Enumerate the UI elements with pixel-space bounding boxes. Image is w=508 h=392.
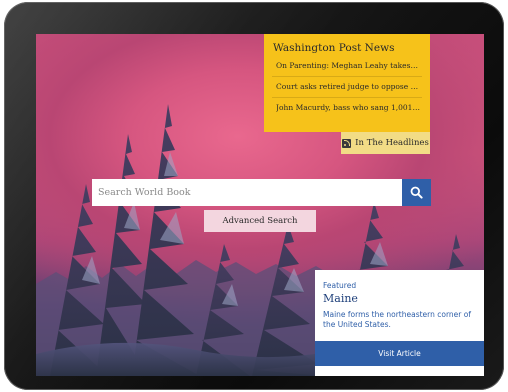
tablet-bezel: Washington Post News On Parenting: Megha… xyxy=(4,2,504,390)
news-panel-title: Washington Post News xyxy=(273,42,395,54)
search-button[interactable] xyxy=(402,179,431,206)
news-panel: Washington Post News On Parenting: Megha… xyxy=(264,34,430,132)
search-icon xyxy=(410,186,423,199)
tablet-screen: Washington Post News On Parenting: Megha… xyxy=(36,34,484,376)
featured-title[interactable]: Maine xyxy=(323,292,358,305)
rss-icon xyxy=(342,138,352,148)
news-divider xyxy=(272,76,422,77)
news-item[interactable]: John Macurdy, bass who sang 1,001 ti... xyxy=(276,100,420,116)
headlines-label: In The Headlines xyxy=(355,138,429,148)
featured-card: Featured Maine Maine forms the northeast… xyxy=(315,270,484,376)
in-the-headlines-button[interactable]: In The Headlines xyxy=(341,132,430,154)
search-input[interactable] xyxy=(92,179,402,206)
featured-description: Maine forms the northeastern corner of t… xyxy=(323,310,471,329)
news-item[interactable]: Court asks retired judge to oppose Ju... xyxy=(276,79,420,95)
tablet-device: Washington Post News On Parenting: Megha… xyxy=(0,0,508,392)
featured-label: Featured xyxy=(323,281,357,290)
news-item[interactable]: On Parenting: Meghan Leahy takes y... xyxy=(276,58,420,74)
advanced-search-button[interactable]: Advanced Search xyxy=(204,210,316,232)
visit-article-button[interactable]: Visit Article xyxy=(315,341,484,366)
news-divider xyxy=(272,97,422,98)
